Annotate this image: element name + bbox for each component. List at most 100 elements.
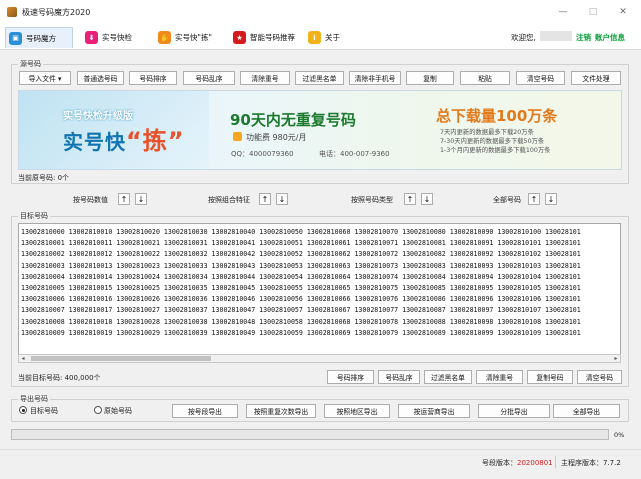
- scrollbar-thumb[interactable]: [31, 356, 211, 361]
- sort-by-value-label: 按号码数值: [73, 196, 108, 204]
- sort-by-feature-label: 按照组合特征: [208, 196, 250, 204]
- export-by-repeat-button[interactable]: 按照重复次数导出: [246, 404, 316, 418]
- tab-number-cube[interactable]: ▣ 号码魔方: [5, 27, 73, 48]
- sort-feature-asc-button[interactable]: ↑: [259, 193, 271, 205]
- sort-value-asc-button[interactable]: ↑: [118, 193, 130, 205]
- file-process-button[interactable]: 文件处理: [571, 71, 621, 85]
- welcome-text: 欢迎您,: [511, 33, 536, 42]
- arrow-down-icon: ↓: [278, 194, 286, 204]
- tab-bar: ▣ 号码魔方 ⬇ 实号快检 ✋ 实号快"拣" ★ 智能号码推荐 i 关于 欢迎您…: [0, 24, 641, 50]
- logout-link[interactable]: 注销: [576, 32, 591, 43]
- promo-banner[interactable]: 实号快检升级版 实号快“拣” 90天内无重复号码 功能费 980元/月 QQ：4…: [18, 90, 622, 170]
- shuffle-target-button[interactable]: 号码乱序: [378, 370, 420, 384]
- banner-right-title: 总下载量100万条: [436, 107, 558, 125]
- target-count-label: 当前目标号码: 400,000个: [18, 374, 101, 382]
- main-version-label: 主程序版本：7.7.2: [561, 459, 621, 467]
- clear-target-button[interactable]: 清空号码: [577, 370, 622, 384]
- list-row: 13002810009 13002810019 13002810029 1300…: [21, 328, 581, 337]
- arrow-up-icon: ↑: [120, 194, 128, 204]
- remove-non-mobile-button[interactable]: 清除非手机号: [349, 71, 401, 85]
- app-icon: [7, 7, 17, 17]
- horizontal-scrollbar[interactable]: ◂ ▸: [18, 354, 621, 363]
- shuffle-source-button[interactable]: 号码乱序: [183, 71, 235, 85]
- copy-button[interactable]: 复制: [406, 71, 454, 85]
- status-bar: 号段版本：20200801 主程序版本：7.7.2: [0, 449, 641, 479]
- close-icon[interactable]: ✕: [608, 0, 638, 24]
- tab-quick-check[interactable]: ⬇ 实号快检: [82, 27, 142, 48]
- arrow-down-icon: ↓: [423, 194, 431, 204]
- scroll-left-icon[interactable]: ◂: [19, 355, 27, 362]
- star-icon: ★: [233, 31, 246, 44]
- group-legend: 目标号码: [18, 211, 50, 221]
- banner-main-title: 实号快“拣”: [63, 127, 185, 155]
- number-rows: 13002810000 13002810010 13002810020 1300…: [19, 224, 620, 339]
- target-number-list[interactable]: 13002810000 13002810010 13002810020 1300…: [18, 223, 621, 360]
- list-row: 13002810008 13002810018 13002810028 1300…: [21, 317, 581, 326]
- progress-percent: 0%: [614, 431, 625, 439]
- export-by-carrier-button[interactable]: 按运营商导出: [398, 404, 470, 418]
- tab-label: 号码魔方: [26, 33, 56, 43]
- list-row: 13002810001 13002810011 13002810021 1300…: [21, 239, 581, 248]
- arrow-up-icon: ↑: [530, 194, 538, 204]
- tab-label: 关于: [325, 33, 340, 42]
- filter-target-blacklist-button[interactable]: 过滤黑名单: [424, 370, 472, 384]
- group-legend: 导出号码: [18, 394, 50, 404]
- account-info-link[interactable]: 账户信息: [595, 32, 625, 43]
- sort-all-asc-button[interactable]: ↑: [528, 193, 540, 205]
- radio-source-numbers[interactable]: [94, 406, 102, 414]
- arrow-up-icon: ↑: [261, 194, 269, 204]
- normal-select-button[interactable]: 普通选号码: [77, 71, 124, 85]
- segment-version-label: 号段版本：20200801: [482, 459, 553, 467]
- minimize-icon[interactable]: —: [548, 0, 578, 24]
- radio-source-label: 原始号码: [104, 407, 132, 415]
- sort-type-asc-button[interactable]: ↑: [404, 193, 416, 205]
- sort-by-type-label: 按照号码类型: [351, 196, 393, 204]
- group-legend: 源号码: [18, 59, 43, 69]
- dedupe-target-button[interactable]: 清除重号: [476, 370, 523, 384]
- list-row: 13002810000 13002810010 13002810020 1300…: [21, 228, 581, 236]
- status-divider: [555, 456, 556, 468]
- source-count-label: 当前原号码: 0个: [18, 174, 70, 182]
- hand-icon: ✋: [158, 31, 171, 44]
- list-row: 13002810004 13002810014 13002810024 1300…: [21, 272, 581, 281]
- download-icon: ⬇: [85, 31, 98, 44]
- banner-price: 功能费 980元/月: [246, 133, 307, 142]
- list-row: 13002810007 13002810017 13002810027 1300…: [21, 306, 581, 315]
- list-row: 13002810003 13002810013 13002810023 1300…: [21, 261, 581, 270]
- export-progress-bar: [11, 429, 609, 440]
- sort-type-desc-button[interactable]: ↓: [421, 193, 433, 205]
- main-version-value: 7.7.2: [603, 459, 621, 467]
- banner-subtitle: 实号快检升级版: [63, 111, 133, 122]
- export-by-region-button[interactable]: 按照地区导出: [324, 404, 390, 418]
- sort-all-label: 全部号码: [493, 196, 521, 204]
- copy-target-button[interactable]: 复制号码: [527, 370, 573, 384]
- sort-source-button[interactable]: 号码排序: [129, 71, 177, 85]
- sort-feature-desc-button[interactable]: ↓: [276, 193, 288, 205]
- info-icon: i: [308, 31, 321, 44]
- window-title: 极速号码魔方2020: [22, 7, 91, 17]
- list-row: 13002810006 13002810016 13002810026 1300…: [21, 295, 581, 304]
- paste-button[interactable]: 粘贴: [460, 71, 510, 85]
- export-batch-button[interactable]: 分批导出: [478, 404, 550, 418]
- maximize-icon[interactable]: □: [578, 0, 608, 24]
- tab-quick-pick[interactable]: ✋ 实号快"拣": [155, 27, 225, 48]
- tab-smart-recommend[interactable]: ★ 智能号码推荐: [230, 27, 306, 48]
- tab-label: 智能号码推荐: [250, 33, 295, 42]
- sort-all-desc-button[interactable]: ↓: [545, 193, 557, 205]
- username-placeholder: [540, 31, 572, 41]
- filter-blacklist-button[interactable]: 过滤黑名单: [295, 71, 344, 85]
- clear-source-button[interactable]: 清空号码: [516, 71, 565, 85]
- sort-target-button[interactable]: 号码排序: [327, 370, 374, 384]
- import-file-button[interactable]: 导入文件 ▾: [19, 71, 71, 85]
- tab-label: 实号快检: [102, 33, 132, 42]
- sort-value-desc-button[interactable]: ↓: [135, 193, 147, 205]
- tab-about[interactable]: i 关于: [305, 27, 345, 48]
- cube-icon: ▣: [9, 31, 22, 45]
- dedupe-source-button[interactable]: 清除重号: [240, 71, 290, 85]
- banner-qq: QQ：4000079360: [231, 150, 294, 158]
- export-by-segment-button[interactable]: 按号段导出: [172, 404, 238, 418]
- radio-target-numbers[interactable]: [19, 406, 27, 414]
- export-all-button[interactable]: 全部导出: [553, 404, 620, 418]
- scroll-right-icon[interactable]: ▸: [612, 355, 620, 362]
- banner-headline: 90天内无重复号码: [230, 111, 356, 129]
